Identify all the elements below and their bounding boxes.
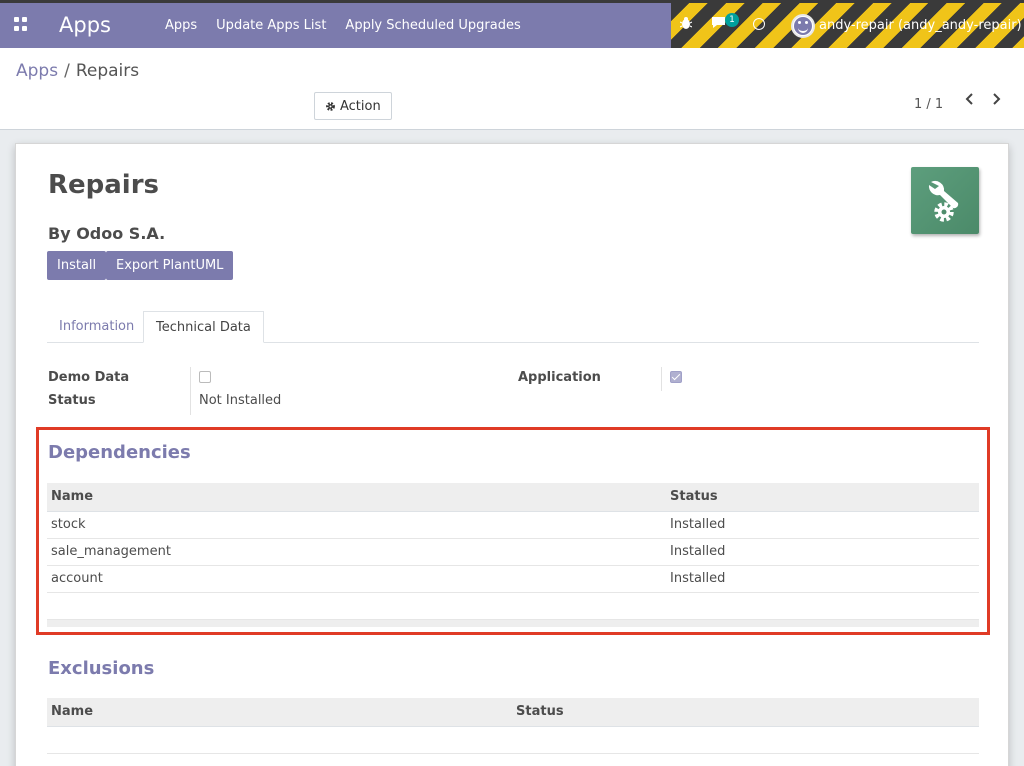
chevron-right-icon[interactable] bbox=[987, 93, 1005, 113]
chat-badge: 1 bbox=[725, 13, 739, 27]
repair-app-icon bbox=[911, 167, 979, 234]
breadcrumb-current: Repairs bbox=[75, 61, 140, 81]
dependency-status: Installed bbox=[666, 511, 979, 539]
app-title: Repairs bbox=[48, 170, 160, 200]
table-row[interactable]: account Installed bbox=[47, 565, 979, 593]
empty-row bbox=[47, 726, 979, 754]
application-checkbox[interactable] bbox=[670, 371, 682, 383]
app-author: By Odoo S.A. bbox=[48, 224, 166, 243]
avatar[interactable] bbox=[791, 14, 815, 38]
bug-icon[interactable] bbox=[679, 16, 693, 34]
pager-value[interactable]: 1 / 1 bbox=[914, 97, 943, 112]
application-label: Application bbox=[518, 370, 601, 385]
dependency-status: Installed bbox=[666, 565, 979, 593]
main-menu: Apps Update Apps List Apply Scheduled Up… bbox=[165, 18, 521, 33]
systray: 1 andy-repair (andy_andy-repair) bbox=[671, 3, 1024, 48]
dependency-name: stock bbox=[47, 511, 666, 539]
tab-information[interactable]: Information bbox=[47, 311, 146, 343]
demo-data-checkbox[interactable] bbox=[199, 371, 211, 383]
dependency-name: sale_management bbox=[47, 538, 666, 566]
top-navbar: Apps Apps Update Apps List Apply Schedul… bbox=[0, 0, 1024, 48]
breadcrumb: Apps / Repairs bbox=[16, 61, 139, 81]
menu-item-update-apps-list[interactable]: Update Apps List bbox=[216, 18, 326, 33]
dependency-status: Installed bbox=[666, 538, 979, 566]
column-name[interactable]: Name bbox=[47, 698, 512, 727]
empty-row bbox=[47, 592, 979, 620]
install-button[interactable]: Install bbox=[47, 251, 107, 280]
exclusions-table: Name Status bbox=[47, 698, 979, 754]
menu-item-apps[interactable]: Apps bbox=[165, 18, 197, 33]
form-sheet: Repairs By Odoo S.A. Install Export Plan… bbox=[15, 143, 1009, 766]
export-plantuml-button[interactable]: Export PlantUML bbox=[106, 251, 234, 280]
chevron-left-icon[interactable] bbox=[961, 93, 979, 113]
table-row[interactable]: stock Installed bbox=[47, 511, 979, 539]
demo-data-label: Demo Data bbox=[48, 370, 130, 385]
breadcrumb-apps[interactable]: Apps bbox=[16, 61, 58, 81]
action-label: Action bbox=[340, 98, 381, 114]
app-brand[interactable]: Apps bbox=[59, 13, 111, 37]
field-separator bbox=[190, 367, 191, 415]
field-separator bbox=[661, 367, 662, 391]
gear-icon bbox=[326, 101, 335, 111]
avatar-face-icon bbox=[794, 17, 812, 35]
table-row[interactable]: sale_management Installed bbox=[47, 538, 979, 566]
status-label: Status bbox=[48, 393, 96, 408]
column-status[interactable]: Status bbox=[666, 483, 979, 512]
action-button[interactable]: Action bbox=[314, 92, 392, 120]
user-menu[interactable]: andy-repair (andy_andy-repair) bbox=[819, 18, 1022, 33]
chat-icon[interactable] bbox=[711, 16, 726, 33]
control-panel: Apps / Repairs Action 1 / 1 bbox=[0, 48, 1024, 130]
dependency-name: account bbox=[47, 565, 666, 593]
status-value: Not Installed bbox=[199, 393, 282, 408]
dependencies-table: Name Status stock Installed sale_managem… bbox=[47, 483, 979, 627]
menu-item-apply-scheduled-upgrades[interactable]: Apply Scheduled Upgrades bbox=[345, 18, 520, 33]
breadcrumb-separator: / bbox=[64, 61, 70, 81]
notebook-tabs: Information Technical Data bbox=[47, 311, 979, 343]
column-name[interactable]: Name bbox=[47, 483, 666, 512]
table-footer bbox=[47, 619, 979, 627]
clock-icon[interactable] bbox=[753, 18, 765, 30]
tab-technical-data[interactable]: Technical Data bbox=[143, 311, 264, 343]
exclusions-title: Exclusions bbox=[48, 658, 155, 679]
column-status[interactable]: Status bbox=[512, 698, 979, 727]
apps-menu-icon[interactable] bbox=[14, 17, 28, 31]
dependencies-title: Dependencies bbox=[48, 442, 191, 463]
